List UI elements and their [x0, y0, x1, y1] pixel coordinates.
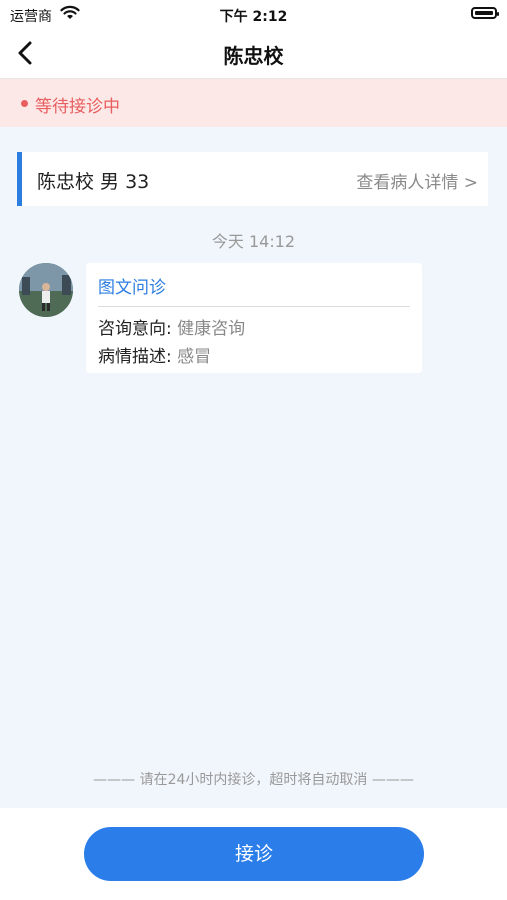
consult-message-card[interactable]: 图文问诊 咨询意向: 健康咨询 病情描述: 感冒 [86, 263, 422, 373]
battery-icon [471, 7, 499, 19]
status-dot-icon [21, 100, 28, 107]
divider [98, 306, 410, 307]
status-bar: 运营商 下午 2:12 [0, 0, 507, 28]
page-title: 陈忠校 [223, 44, 284, 68]
condition-description-label: 病情描述: [98, 347, 178, 367]
timeout-notice: ——— 请在24小时内接诊，超时将自动取消 ——— [93, 772, 414, 788]
bottom-action-bar: 接诊 [0, 808, 507, 900]
chat-area[interactable]: 陈忠校 男 33 查看病人详情 > 今天 14:12 图文问诊 咨询意向: 健康… [0, 127, 507, 808]
card-accent-bar [17, 152, 22, 206]
accept-consult-button[interactable]: 接诊 [84, 827, 424, 881]
consult-type-title: 图文问诊 [98, 278, 166, 298]
patient-card[interactable]: 陈忠校 男 33 查看病人详情 > [17, 152, 488, 206]
navigation-bar: 陈忠校 [0, 28, 507, 79]
condition-description-row: 病情描述: 感冒 [98, 342, 211, 367]
clock: 下午 2:12 [219, 9, 288, 25]
consult-intent-value: 健康咨询 [177, 319, 246, 339]
avatar[interactable] [19, 263, 73, 317]
consult-status-banner: 等待接诊中 [0, 79, 507, 127]
condition-description-value: 感冒 [177, 347, 212, 367]
consult-intent-row: 咨询意向: 健康咨询 [98, 314, 245, 339]
message-timestamp: 今天 14:12 [211, 232, 296, 251]
consult-status-text: 等待接诊中 [35, 97, 120, 117]
view-patient-details-link[interactable]: 查看病人详情 > [356, 168, 478, 193]
patient-info: 陈忠校 男 33 [37, 171, 150, 193]
consult-intent-label: 咨询意向: [98, 319, 178, 339]
